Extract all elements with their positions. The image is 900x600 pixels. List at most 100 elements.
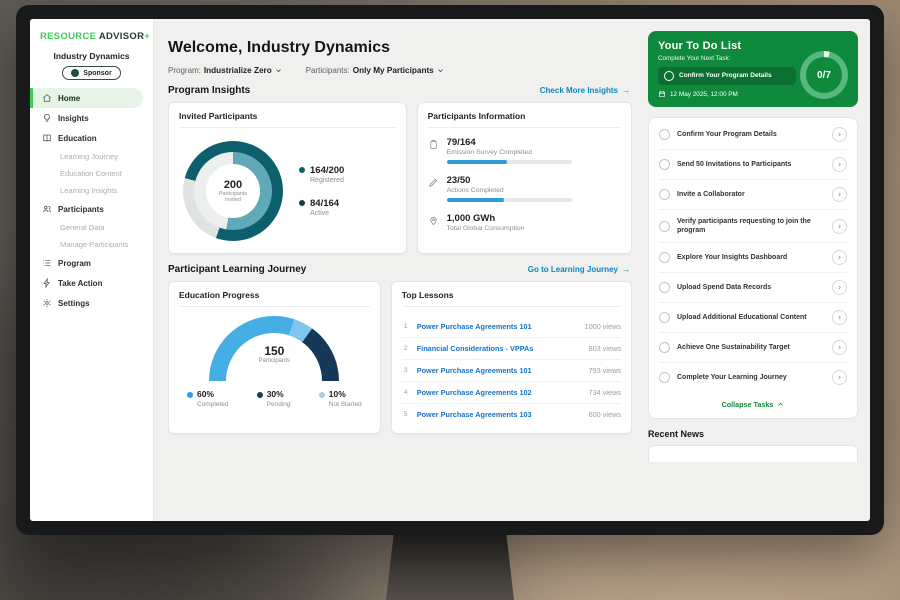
task-checkbox[interactable]: [659, 342, 670, 353]
calendar-icon: [658, 90, 666, 98]
arrow-right-icon: →: [622, 86, 630, 95]
lesson-rank: 5: [402, 411, 410, 418]
sidebar-item-manage-participants[interactable]: Manage Participants: [30, 236, 153, 253]
task-checkbox[interactable]: [659, 372, 670, 383]
task-row[interactable]: Achieve One Sustainability Target: [659, 333, 847, 363]
sidebar-item-label: Take Action: [58, 279, 102, 288]
chevron-right-icon[interactable]: [832, 250, 847, 265]
chevron-right-icon[interactable]: [832, 157, 847, 172]
lesson-views-value: 803: [589, 344, 601, 353]
clipboard-icon: [428, 139, 439, 150]
task-label: Verify participants requesting to join t…: [677, 217, 825, 235]
legend-value: 10%: [329, 389, 346, 399]
task-row[interactable]: Verify participants requesting to join t…: [659, 210, 847, 243]
task-label: Explore Your Insights Dashboard: [677, 253, 825, 262]
chevron-right-icon[interactable]: [832, 280, 847, 295]
participants-filter-label: Participants:: [306, 66, 350, 75]
task-row[interactable]: Send 50 Invitations to Participants: [659, 150, 847, 180]
pencil-icon: [428, 177, 439, 188]
sidebar-item-program[interactable]: Program: [30, 253, 153, 273]
task-checkbox[interactable]: [659, 221, 670, 232]
task-row[interactable]: Confirm Your Program Details: [659, 120, 847, 150]
filter-bar: Program: Industrialize Zero Participants…: [168, 66, 632, 75]
info-row-global-consumption: 1,000 GWh Total Global Consumption: [428, 213, 621, 232]
sidebar-item-education[interactable]: Education: [30, 128, 153, 148]
lesson-views-value: 734: [589, 388, 601, 397]
sidebar-item-settings[interactable]: Settings: [30, 293, 153, 313]
monitor-bezel: RESOURCE ADVISOR+ Industry Dynamics Spon…: [16, 5, 884, 535]
collapse-tasks-link[interactable]: Collapse Tasks: [659, 392, 847, 413]
participants-information-card: Participants Information 79/164 Emission…: [417, 102, 632, 254]
sidebar-item-insights[interactable]: Insights: [30, 108, 153, 128]
todo-title: Your To Do List: [658, 40, 848, 52]
education-gauge-chart: 150 Participants: [209, 316, 339, 381]
task-checkbox[interactable]: [659, 129, 670, 140]
link-label: Go to Learning Journey: [528, 265, 618, 274]
chevron-right-icon[interactable]: [832, 219, 847, 234]
task-checkbox[interactable]: [659, 159, 670, 170]
lesson-views-value: 793: [589, 366, 601, 375]
sidebar-item-label: Insights: [58, 114, 89, 123]
sidebar-item-label: Education Content: [60, 169, 122, 178]
lesson-link[interactable]: Power Purchase Agreements 102: [417, 388, 580, 397]
list-icon: [42, 258, 52, 268]
task-checkbox[interactable]: [659, 312, 670, 323]
check-more-insights-link[interactable]: Check More Insights →: [540, 86, 630, 95]
donut-center-value: 200: [224, 179, 242, 191]
logo-plus: +: [144, 31, 150, 42]
lesson-views-label: views: [603, 410, 621, 419]
task-row[interactable]: Upload Additional Educational Content: [659, 303, 847, 333]
chevron-right-icon[interactable]: [832, 127, 847, 142]
lesson-link[interactable]: Power Purchase Agreements 101: [417, 366, 580, 375]
chevron-right-icon[interactable]: [832, 340, 847, 355]
legend-item-active: 84/164 Active: [299, 198, 344, 217]
legend-item-not-started: 10% Not Started: [319, 389, 362, 408]
sidebar-item-learning-journey[interactable]: Learning Journey: [30, 148, 153, 165]
lesson-row: 2 Financial Considerations - VPPAs 803vi…: [402, 338, 621, 360]
lesson-link[interactable]: Power Purchase Agreements 103: [417, 410, 580, 419]
sidebar-item-education-content[interactable]: Education Content: [30, 165, 153, 182]
participants-filter-dropdown[interactable]: Participants: Only My Participants: [306, 66, 444, 75]
donut-center-label: Participants Invited: [212, 191, 254, 204]
legend-label: Completed: [197, 401, 228, 408]
sidebar-item-label: Learning Journey: [60, 152, 118, 161]
sidebar-item-take-action[interactable]: Take Action: [30, 273, 153, 293]
task-row[interactable]: Explore Your Insights Dashboard: [659, 243, 847, 273]
sidebar-item-general-data[interactable]: General Data: [30, 219, 153, 236]
sidebar-item-label: Participants: [58, 205, 104, 214]
monitor-stand: [386, 534, 514, 600]
task-row[interactable]: Upload Spend Data Records: [659, 273, 847, 303]
section-title: Program Insights: [168, 85, 250, 96]
progress-bar: [447, 198, 572, 202]
lesson-link[interactable]: Power Purchase Agreements 101: [417, 322, 576, 331]
program-filter-dropdown[interactable]: Program: Industrialize Zero: [168, 66, 282, 75]
home-icon: [42, 93, 52, 103]
lesson-link[interactable]: Financial Considerations - VPPAs: [417, 344, 580, 353]
todo-progress-ring: 0/7: [800, 51, 848, 99]
learning-journey-section-header: Participant Learning Journey Go to Learn…: [168, 264, 630, 275]
scene-background: RESOURCE ADVISOR+ Industry Dynamics Spon…: [0, 0, 900, 600]
sidebar-item-participants[interactable]: Participants: [30, 199, 153, 219]
task-label: Upload Spend Data Records: [677, 283, 825, 292]
chevron-right-icon[interactable]: [832, 187, 847, 202]
logo-resource: RESOURCE: [40, 31, 96, 42]
sidebar-item-home[interactable]: Home: [30, 88, 143, 108]
card-title: Top Lessons: [402, 290, 621, 307]
sidebar-item-label: Learning Insights: [60, 186, 117, 195]
link-label: Check More Insights: [540, 86, 618, 95]
task-row[interactable]: Complete Your Learning Journey: [659, 363, 847, 392]
people-icon: [42, 204, 52, 214]
task-checkbox[interactable]: [659, 252, 670, 263]
page-title: Welcome, Industry Dynamics: [168, 39, 632, 57]
chevron-right-icon[interactable]: [832, 310, 847, 325]
task-checkbox[interactable]: [664, 71, 674, 81]
task-checkbox[interactable]: [659, 189, 670, 200]
chevron-down-icon: [437, 67, 444, 74]
sidebar-item-learning-insights[interactable]: Learning Insights: [30, 182, 153, 199]
task-checkbox[interactable]: [659, 282, 670, 293]
chevron-right-icon[interactable]: [832, 370, 847, 385]
next-task-row[interactable]: Confirm Your Program Details: [658, 67, 796, 85]
task-row[interactable]: Invite a Collaborator: [659, 180, 847, 210]
lesson-views-value: 600: [589, 410, 601, 419]
go-to-learning-journey-link[interactable]: Go to Learning Journey →: [528, 265, 630, 274]
